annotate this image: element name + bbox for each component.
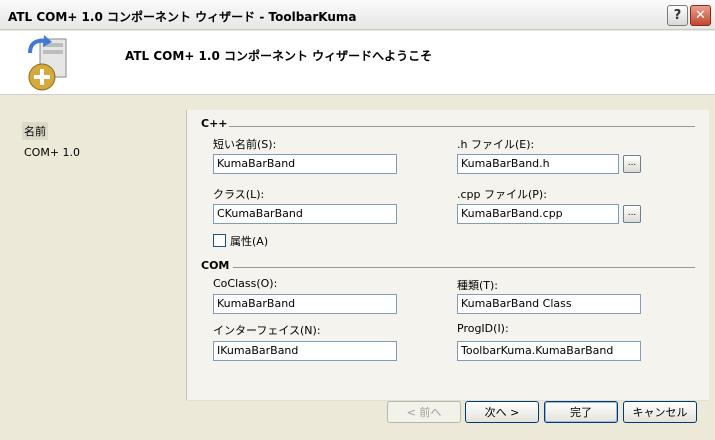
- nav-item-name[interactable]: 名前: [22, 122, 48, 140]
- h-file-browse-button[interactable]: ...: [623, 155, 641, 173]
- cancel-button[interactable]: キャンセル: [623, 401, 697, 423]
- progid-field[interactable]: ToolbarKuma.KumaBarBand: [457, 341, 641, 361]
- title-bar[interactable]: ATL COM+ 1.0 コンポーネント ウィザード - ToolbarKuma…: [0, 0, 715, 30]
- wizard-nav: 名前 COM+ 1.0: [14, 112, 184, 402]
- close-button[interactable]: ✕: [690, 5, 711, 26]
- class-label: クラス(L):: [213, 188, 265, 201]
- wizard-content: C++ 短い名前(S): KumaBarBand .h ファイル(E): Kum…: [186, 110, 709, 400]
- h-file-label: .h ファイル(E):: [457, 138, 535, 151]
- wizard-add-icon: [28, 35, 67, 91]
- cpp-group-rule: [229, 126, 695, 127]
- coclass-field[interactable]: KumaBarBand: [213, 294, 397, 314]
- wizard-heading: ATL COM+ 1.0 コンポーネント ウィザードへようこそ: [125, 49, 433, 63]
- progid-label: ProgID(I):: [457, 322, 509, 335]
- window-title: ATL COM+ 1.0 コンポーネント ウィザード - ToolbarKuma: [8, 10, 357, 24]
- coclass-label: CoClass(O):: [213, 277, 278, 290]
- wizard-header: ATL COM+ 1.0 コンポーネント ウィザードへようこそ: [0, 31, 715, 95]
- wizard-window: ATL COM+ 1.0 コンポーネント ウィザード - ToolbarKuma…: [0, 0, 715, 440]
- finish-button[interactable]: 完了: [544, 401, 618, 423]
- interface-label: インターフェイス(N):: [213, 324, 321, 337]
- back-button[interactable]: < 前へ: [387, 401, 461, 423]
- cpp-group-title: C++: [201, 117, 228, 130]
- next-button[interactable]: 次へ >: [465, 401, 539, 423]
- short-name-field[interactable]: KumaBarBand: [213, 154, 397, 174]
- cpp-file-browse-button[interactable]: ...: [623, 205, 641, 223]
- cpp-file-label: .cpp ファイル(P):: [457, 188, 547, 201]
- type-field[interactable]: KumaBarBand Class: [457, 294, 641, 314]
- com-group-rule: [233, 267, 695, 268]
- attributed-checkbox[interactable]: [213, 234, 226, 247]
- type-label: 種類(T):: [457, 279, 499, 292]
- attributed-label[interactable]: 属性(A): [230, 233, 268, 249]
- class-field[interactable]: CKumaBarBand: [213, 204, 397, 224]
- help-button[interactable]: ?: [667, 5, 688, 26]
- cpp-file-field[interactable]: KumaBarBand.cpp: [457, 204, 619, 224]
- h-file-field[interactable]: KumaBarBand.h: [457, 154, 619, 174]
- com-group-title: COM: [201, 259, 230, 272]
- short-name-label: 短い名前(S):: [213, 138, 277, 151]
- nav-item-com[interactable]: COM+ 1.0: [24, 146, 80, 159]
- interface-field[interactable]: IKumaBarBand: [213, 341, 397, 361]
